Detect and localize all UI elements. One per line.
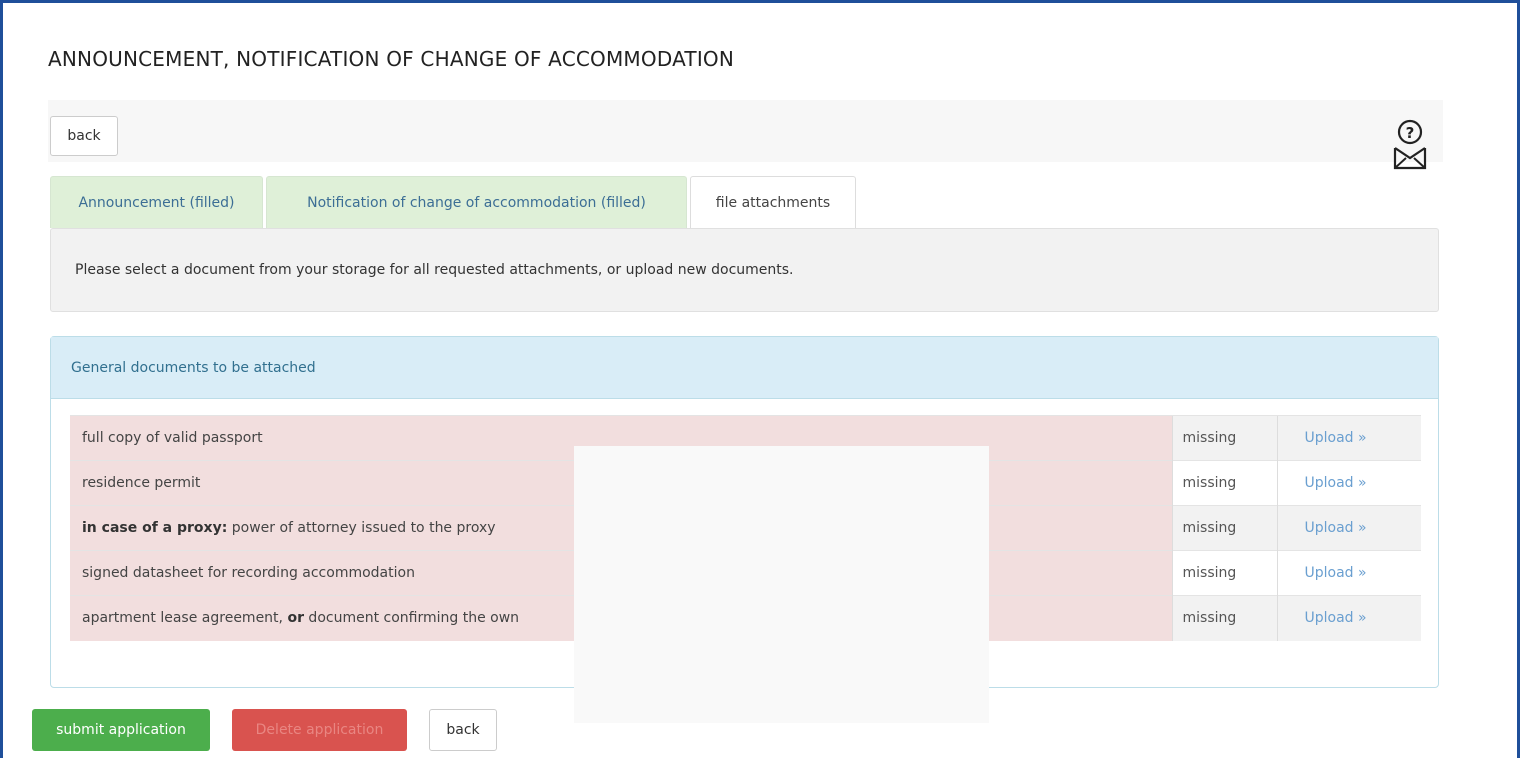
attachments-heading-text: General documents to be attached [71,359,316,376]
tab-file-attachments[interactable]: file attachments [690,176,856,229]
document-name-emphasis: or [287,610,304,627]
submit-application-button[interactable]: submit application [32,709,210,751]
upload-link[interactable]: Upload » [1276,505,1421,551]
tab-announcement[interactable]: Announcement (filled) [50,176,263,228]
back-button-bottom[interactable]: back [429,709,497,751]
redaction-overlay [574,446,989,723]
document-name-text: document confirming the own [303,610,520,627]
document-name-text: apartment lease agreement, [82,610,288,627]
upload-link[interactable]: Upload » [1276,460,1421,506]
document-status: missing [1171,505,1277,551]
info-message: Please select a document from your stora… [50,228,1439,312]
upload-link[interactable]: Upload » [1276,415,1421,461]
svg-text:?: ? [1406,124,1415,142]
document-status: missing [1171,460,1277,506]
attachments-panel-heading: General documents to be attached [51,337,1438,399]
upload-link[interactable]: Upload » [1276,595,1421,641]
toolbar-strip [48,100,1443,162]
envelope-question-icon[interactable]: ? [1392,118,1428,172]
tab-notification-change-accommodation[interactable]: Notification of change of accommodation … [266,176,687,228]
delete-application-button[interactable]: Delete application [232,709,407,751]
back-button-top[interactable]: back [50,116,118,156]
document-name-text: power of attorney issued to the proxy [227,520,496,536]
document-name-prefix: in case of a proxy: [82,520,228,536]
document-status: missing [1171,595,1277,641]
document-status: missing [1171,550,1277,596]
info-text: Please select a document from your stora… [75,262,794,278]
document-status: missing [1171,415,1277,461]
upload-link[interactable]: Upload » [1276,550,1421,596]
page-title: ANNOUNCEMENT, NOTIFICATION OF CHANGE OF … [48,47,735,71]
